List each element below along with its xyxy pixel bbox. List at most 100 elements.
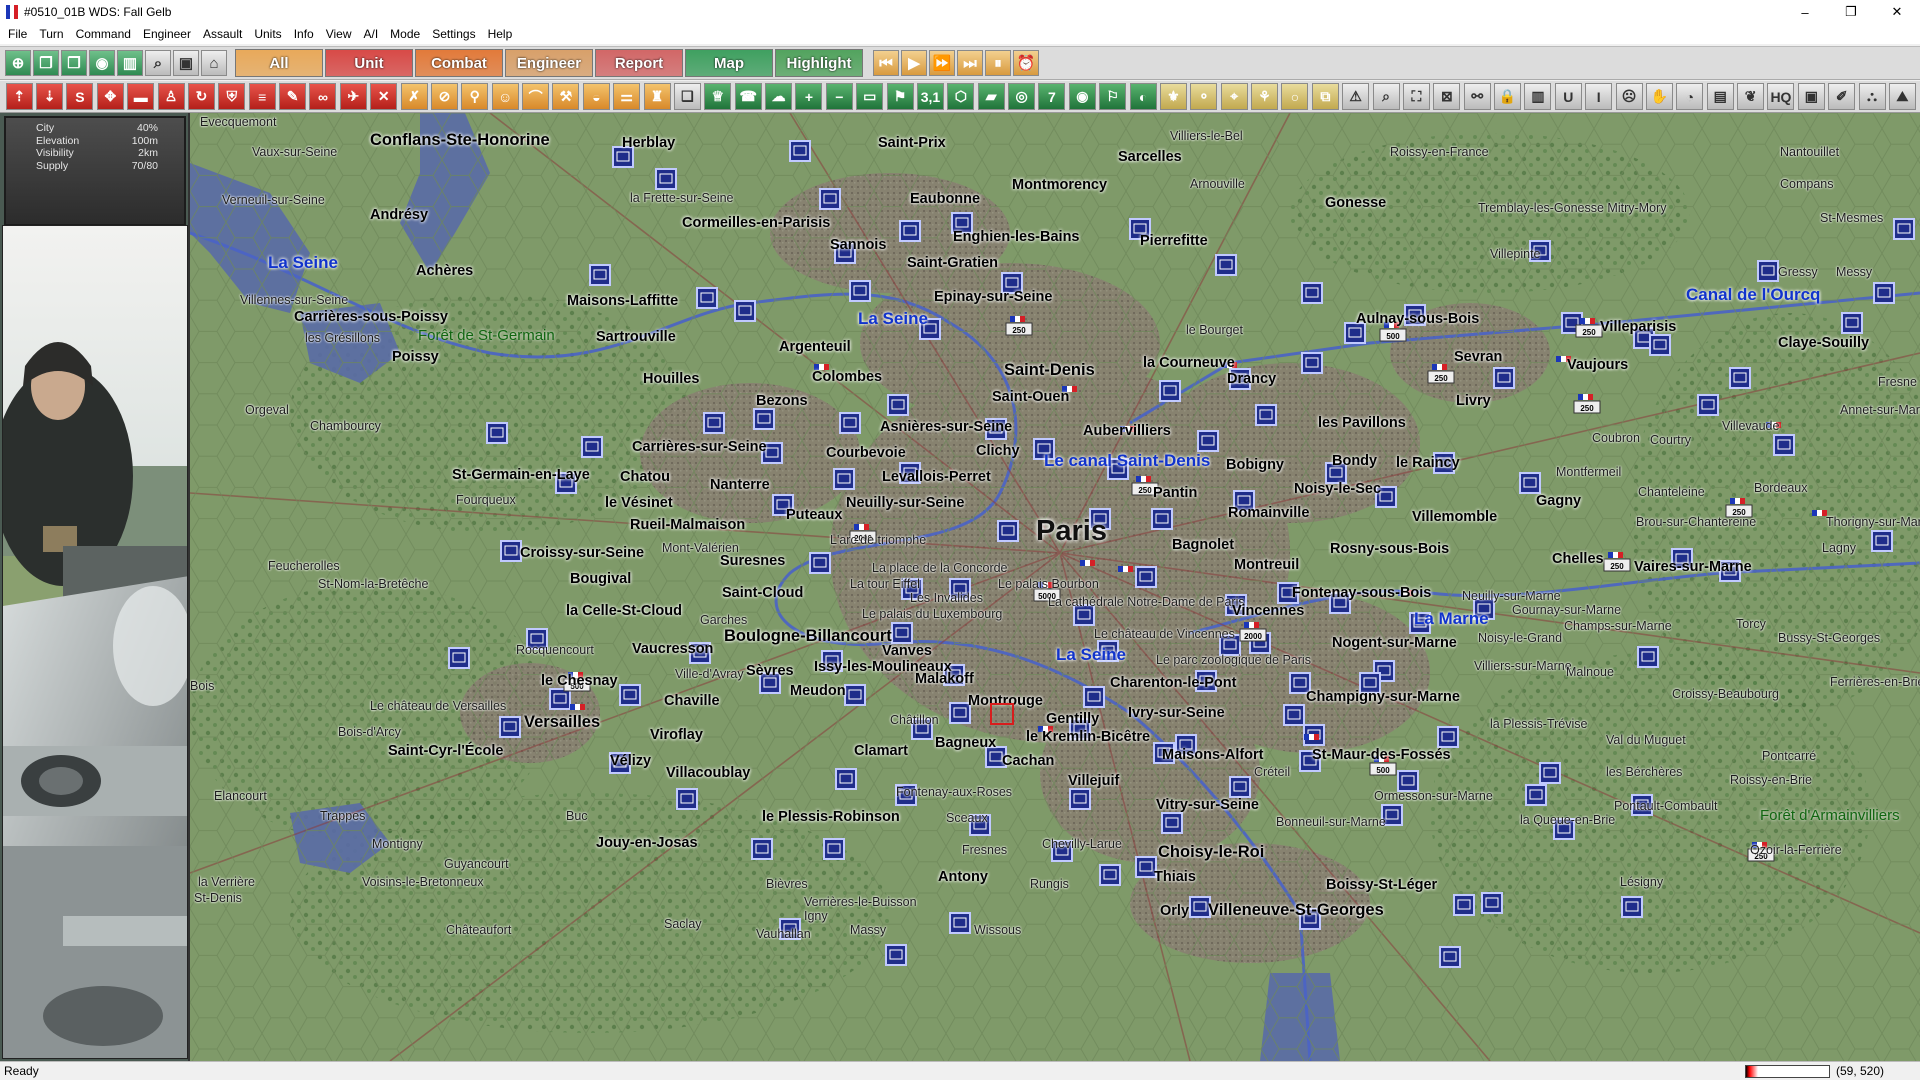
unit-counter[interactable] (734, 300, 756, 322)
unit-counter[interactable] (885, 944, 907, 966)
unit-counter[interactable] (985, 746, 1007, 768)
info-i-icon[interactable]: I (1585, 83, 1613, 110)
unit-counter[interactable] (919, 318, 941, 340)
tab-combat[interactable]: Combat (415, 49, 503, 77)
box-icon[interactable]: ▣ (1797, 83, 1825, 110)
tab-unit[interactable]: Unit (325, 49, 413, 77)
unit-counter[interactable] (949, 578, 971, 600)
victory-icon[interactable]: ⚬ (1190, 83, 1218, 110)
pie-icon[interactable]: ◔ (1676, 83, 1704, 110)
unit-counter[interactable] (949, 912, 971, 934)
unit-counter[interactable] (1397, 770, 1419, 792)
pause-icon[interactable]: ⏸ (985, 50, 1011, 76)
unit-counter[interactable] (759, 672, 781, 694)
unit-counter[interactable] (1195, 670, 1217, 692)
road-icon[interactable]: ⚌ (613, 83, 641, 110)
unit-counter[interactable] (943, 664, 965, 686)
unit-counter[interactable] (1299, 750, 1321, 772)
book-icon[interactable]: ❑ (673, 83, 701, 110)
unit-counter[interactable] (1473, 598, 1495, 620)
unit-counter[interactable] (1697, 394, 1719, 416)
tank-icon[interactable]: ▬ (127, 83, 155, 110)
unit-counter[interactable] (609, 752, 631, 774)
unit-counter[interactable] (1637, 646, 1659, 668)
menu-units[interactable]: Units (248, 24, 287, 44)
objective-marker[interactable] (1062, 386, 1077, 392)
unit-counter[interactable] (703, 412, 725, 434)
objective-marker[interactable] (1812, 510, 1827, 516)
trophy-icon[interactable]: ♕ (704, 83, 732, 110)
unit-counter[interactable] (555, 472, 577, 494)
hq-icon[interactable]: HQ (1767, 83, 1795, 110)
unit-counter[interactable] (997, 520, 1019, 542)
unit-counter[interactable] (619, 684, 641, 706)
unit-counter[interactable] (1099, 864, 1121, 886)
close-button[interactable]: ✕ (1874, 0, 1920, 24)
unit-counter[interactable] (1097, 640, 1119, 662)
skip-end-icon[interactable]: ⏭ (957, 50, 983, 76)
unit-counter[interactable] (1197, 430, 1219, 452)
unit-counter[interactable] (549, 688, 571, 710)
unit-counter[interactable] (1529, 240, 1551, 262)
supply-icon[interactable]: S (66, 83, 94, 110)
unit-counter[interactable] (985, 418, 1007, 440)
shield-icon[interactable]: ⛨ (218, 83, 246, 110)
unit-counter[interactable] (1175, 734, 1197, 756)
reticle-icon[interactable]: ⌖ (1220, 83, 1248, 110)
mine-icon[interactable]: ◒ (582, 83, 610, 110)
unit-counter[interactable] (1381, 804, 1403, 826)
unit-counter[interactable] (949, 702, 971, 724)
unit-counter[interactable] (761, 442, 783, 464)
objective-marker[interactable] (570, 704, 585, 710)
window-icon[interactable]: ▣ (173, 50, 199, 76)
menu-file[interactable]: File (2, 24, 33, 44)
unit-counter[interactable] (1893, 218, 1915, 240)
unit-counter[interactable] (1525, 784, 1547, 806)
unit-counter[interactable] (821, 650, 843, 672)
tab-highlight[interactable]: Highlight (775, 49, 863, 77)
unit-counter[interactable] (1233, 490, 1255, 512)
bridge-icon[interactable]: ⌒ (522, 83, 550, 110)
unit-counter[interactable] (1553, 818, 1575, 840)
menu-view[interactable]: View (320, 24, 358, 44)
rewind-icon[interactable]: ⏮ (873, 50, 899, 76)
tree-icon[interactable]: ⛰ (1888, 83, 1916, 110)
search-icon[interactable]: ⌕ (1372, 83, 1400, 110)
eye-icon[interactable]: ◉ (89, 50, 115, 76)
unit-counter[interactable] (1539, 762, 1561, 784)
menu-help[interactable]: Help (482, 24, 519, 44)
wrench-icon[interactable]: ⚘ (1251, 83, 1279, 110)
unit-counter[interactable] (1409, 612, 1431, 634)
recon-icon[interactable]: ✥ (96, 83, 124, 110)
game-map[interactable]: 250 500 250 250 250 2000 5000 2000 250 500 500 250 2… (190, 113, 1920, 1061)
unit-counter[interactable] (1229, 776, 1251, 798)
unit-counter[interactable] (1301, 352, 1323, 374)
unit-counter[interactable] (751, 838, 773, 860)
fullscreen-icon[interactable]: ⛶ (1402, 83, 1430, 110)
lock-icon[interactable]: 🔒 (1494, 83, 1522, 110)
unit-counter[interactable] (911, 718, 933, 740)
circle-icon[interactable]: ○ (1281, 83, 1309, 110)
unit-counter[interactable] (1277, 582, 1299, 604)
map-icon[interactable]: ▥ (117, 50, 143, 76)
menu-mode[interactable]: Mode (384, 24, 426, 44)
target-icon[interactable]: ◉ (1068, 83, 1096, 110)
unit-counter[interactable] (1649, 334, 1671, 356)
construct-icon[interactable]: ⚒ (552, 83, 580, 110)
unit-counter[interactable] (895, 784, 917, 806)
objective-marker[interactable] (1038, 726, 1053, 732)
unit-counter[interactable] (969, 814, 991, 836)
hand-icon[interactable]: ✋ (1645, 83, 1673, 110)
unit-counter[interactable] (951, 212, 973, 234)
unit-counter[interactable] (612, 146, 634, 168)
hex-icon[interactable]: ⬡ (947, 83, 975, 110)
unit-counter[interactable] (1671, 548, 1693, 570)
unit-counter[interactable] (1519, 472, 1541, 494)
unit-counter[interactable] (500, 540, 522, 562)
bars-icon[interactable]: ▥ (1524, 83, 1552, 110)
eagle-icon[interactable]: ❦ (1737, 83, 1765, 110)
menu-engineer[interactable]: Engineer (137, 24, 197, 44)
unit-counter[interactable] (1135, 566, 1157, 588)
unit-counter[interactable] (1083, 686, 1105, 708)
unit-counter[interactable] (1719, 560, 1741, 582)
